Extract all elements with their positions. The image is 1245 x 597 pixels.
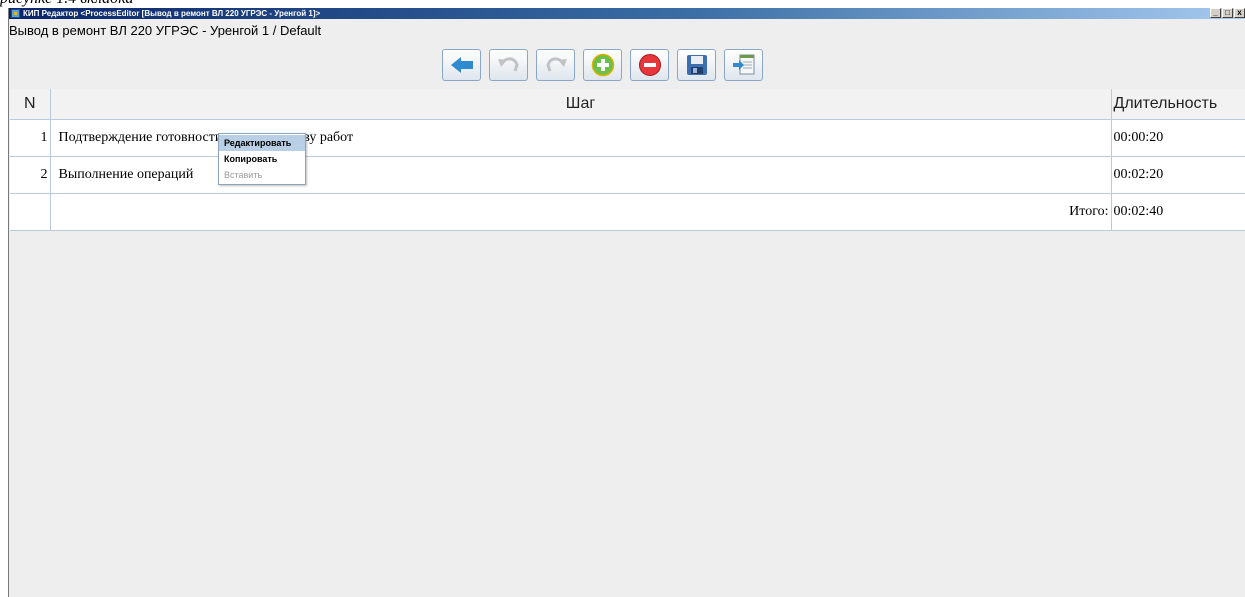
remove-step-button[interactable]	[630, 49, 669, 81]
breadcrumb: Вывод в ремонт ВЛ 220 УГРЭС - Уренгой 1 …	[9, 23, 322, 38]
row-number: 1	[10, 119, 51, 157]
menu-item-copy[interactable]: Копировать	[219, 151, 305, 167]
row-number: 2	[10, 156, 51, 194]
undo-icon	[497, 57, 519, 72]
menu-item-paste[interactable]: Вставить	[219, 167, 305, 183]
column-header-duration[interactable]: Длительность	[1111, 89, 1245, 120]
window-title: КИП Редактор <ProcessEditor [Вывод в рем…	[23, 9, 321, 18]
total-label: Итого:	[50, 193, 1112, 231]
toolbar	[442, 49, 763, 81]
maximize-button[interactable]: □	[1222, 8, 1233, 18]
close-button[interactable]: x	[1234, 8, 1245, 18]
redo-button[interactable]	[536, 49, 575, 81]
total-empty-cell	[10, 193, 51, 231]
window-controls: _ □ x	[1209, 8, 1245, 19]
table-row[interactable]: 2 Выполнение операций 00:02:20	[10, 156, 1245, 194]
minimize-button[interactable]: _	[1210, 8, 1221, 18]
add-step-button[interactable]	[583, 49, 622, 81]
arrow-left-icon	[450, 57, 473, 73]
document-text-fragment: рисунке 1.4 вкладка	[0, 0, 1245, 8]
step-name-cell[interactable]: Подтверждение готовности к производству …	[50, 119, 1112, 157]
steps-table: N Шаг Длительность 1 Подтверждение готов…	[10, 89, 1245, 231]
duration-cell[interactable]: 00:00:20	[1111, 119, 1245, 157]
step-name-cell[interactable]: Выполнение операций	[50, 156, 1112, 194]
back-button[interactable]	[442, 49, 481, 81]
add-icon	[591, 53, 614, 77]
export-button[interactable]	[724, 49, 763, 81]
remove-icon	[638, 54, 661, 76]
redo-icon	[545, 57, 567, 72]
table-header-row: N Шаг Длительность	[10, 89, 1245, 120]
screen: рисунке 1.4 вкладка КИП Редактор <Proces…	[0, 0, 1245, 597]
document-fragment-text: рисунке 1.4 вкладка	[0, 0, 133, 8]
duration-cell[interactable]: 00:02:20	[1111, 156, 1245, 194]
table-row[interactable]: 1 Подтверждение готовности к производств…	[10, 119, 1245, 157]
total-duration: 00:02:40	[1111, 193, 1245, 231]
undo-button[interactable]	[489, 49, 528, 81]
context-menu: Редактировать Копировать Вставить	[218, 133, 306, 185]
editor-window: КИП Редактор <ProcessEditor [Вывод в рем…	[8, 8, 1245, 597]
save-icon	[686, 55, 707, 75]
total-row: Итого: 00:02:40	[10, 193, 1245, 231]
save-button[interactable]	[677, 49, 716, 81]
export-icon	[732, 54, 754, 75]
window-titlebar[interactable]: КИП Редактор <ProcessEditor [Вывод в рем…	[9, 8, 1245, 19]
menu-item-edit[interactable]: Редактировать	[219, 135, 305, 151]
column-header-step[interactable]: Шаг	[50, 89, 1112, 120]
app-icon	[11, 9, 20, 18]
column-header-n[interactable]: N	[10, 89, 51, 120]
